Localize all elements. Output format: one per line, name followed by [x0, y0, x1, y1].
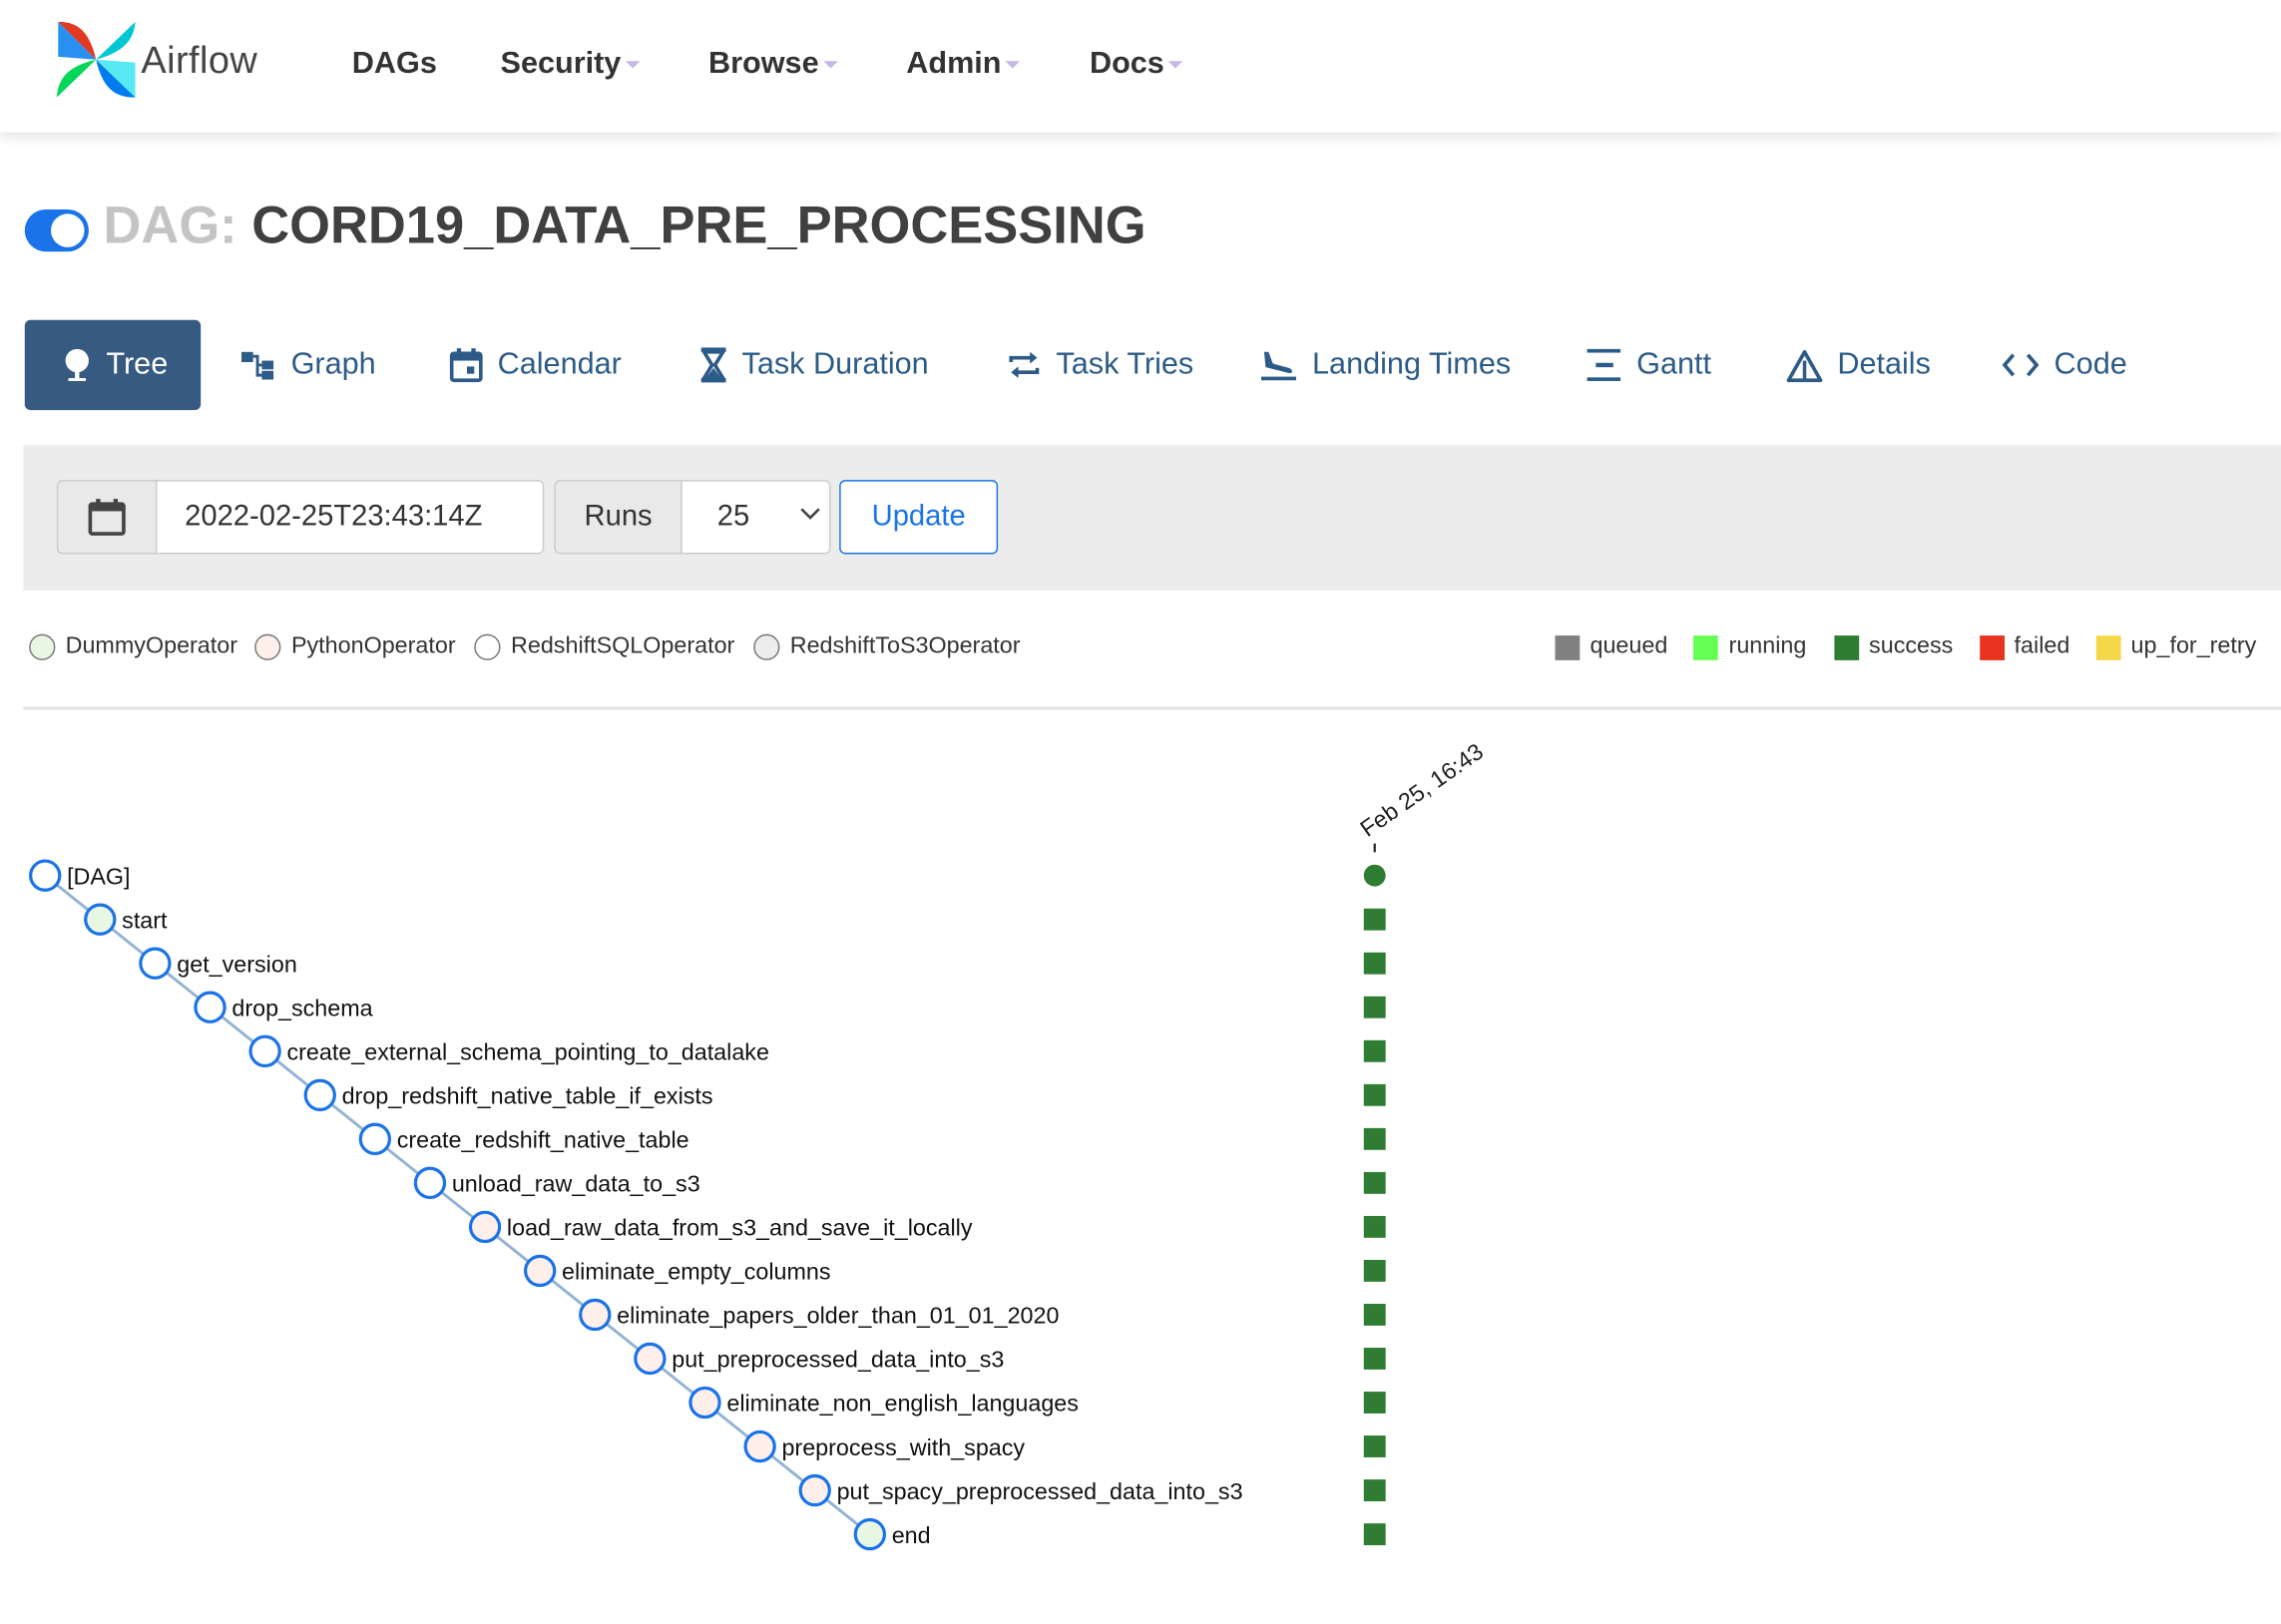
- task-node[interactable]: [688, 1386, 721, 1420]
- task-label[interactable]: create_redshift_native_table: [397, 1127, 689, 1153]
- task-instance-status[interactable]: [1363, 1304, 1386, 1326]
- task-instance-status[interactable]: [1363, 1435, 1386, 1457]
- task-instance-status[interactable]: [1363, 996, 1386, 1018]
- task-node[interactable]: [634, 1342, 667, 1376]
- task-instance-status[interactable]: [1363, 1215, 1386, 1238]
- task-label[interactable]: put_spacy_preprocessed_data_into_s3: [837, 1478, 1243, 1504]
- task-label[interactable]: start: [122, 907, 168, 933]
- task-label[interactable]: end: [892, 1522, 931, 1548]
- task-node[interactable]: [248, 1034, 281, 1067]
- task-node[interactable]: [743, 1429, 776, 1463]
- task-node[interactable]: [139, 947, 172, 980]
- task-instance-status[interactable]: [1363, 1039, 1386, 1062]
- task-node[interactable]: [84, 903, 117, 936]
- task-label[interactable]: drop_redshift_native_table_if_exists: [342, 1083, 713, 1109]
- task-label[interactable]: drop_schema: [231, 995, 372, 1020]
- task-node[interactable]: [798, 1473, 831, 1507]
- task-instance-status[interactable]: [1363, 1083, 1386, 1106]
- task-node[interactable]: [358, 1122, 392, 1156]
- task-label[interactable]: eliminate_papers_older_than_01_01_2020: [617, 1303, 1059, 1329]
- task-node[interactable]: [853, 1517, 887, 1551]
- task-node[interactable]: [523, 1254, 557, 1288]
- task-node[interactable]: [579, 1298, 612, 1332]
- task-node[interactable]: [29, 859, 62, 892]
- task-label[interactable]: get_version: [177, 951, 297, 977]
- task-label[interactable]: load_raw_data_from_s3_and_save_it_locall…: [507, 1215, 973, 1241]
- task-node[interactable]: [468, 1210, 502, 1244]
- task-instance-status[interactable]: [1363, 1259, 1386, 1282]
- task-label[interactable]: put_preprocessed_data_into_s3: [672, 1347, 1004, 1373]
- task-instance-status[interactable]: [1363, 1348, 1386, 1370]
- task-instance-status[interactable]: [1363, 908, 1386, 931]
- task-instance-status[interactable]: [1363, 952, 1386, 975]
- task-label[interactable]: eliminate_non_english_languages: [726, 1391, 1079, 1417]
- task-node[interactable]: [194, 991, 227, 1023]
- task-instance-status[interactable]: [1363, 1171, 1386, 1194]
- task-label[interactable]: create_external_schema_pointing_to_datal…: [286, 1039, 768, 1065]
- dag-run-status[interactable]: [1363, 864, 1386, 887]
- task-instance-status[interactable]: [1363, 1523, 1386, 1546]
- task-label[interactable]: eliminate_empty_columns: [562, 1259, 831, 1285]
- task-label[interactable]: [DAG]: [67, 863, 130, 889]
- task-label[interactable]: preprocess_with_spacy: [781, 1434, 1025, 1460]
- task-instance-status[interactable]: [1363, 1127, 1386, 1150]
- tree-view: Feb 25, 16:43 [DAG] start get_version drop_s…: [29, 738, 1488, 1551]
- task-node[interactable]: [303, 1078, 336, 1111]
- task-instance-status[interactable]: [1363, 1479, 1386, 1501]
- task-label[interactable]: unload_raw_data_to_s3: [452, 1171, 700, 1197]
- task-instance-status[interactable]: [1363, 1392, 1386, 1414]
- run-date-label[interactable]: Feb 25, 16:43: [1355, 738, 1488, 842]
- task-node[interactable]: [413, 1166, 447, 1200]
